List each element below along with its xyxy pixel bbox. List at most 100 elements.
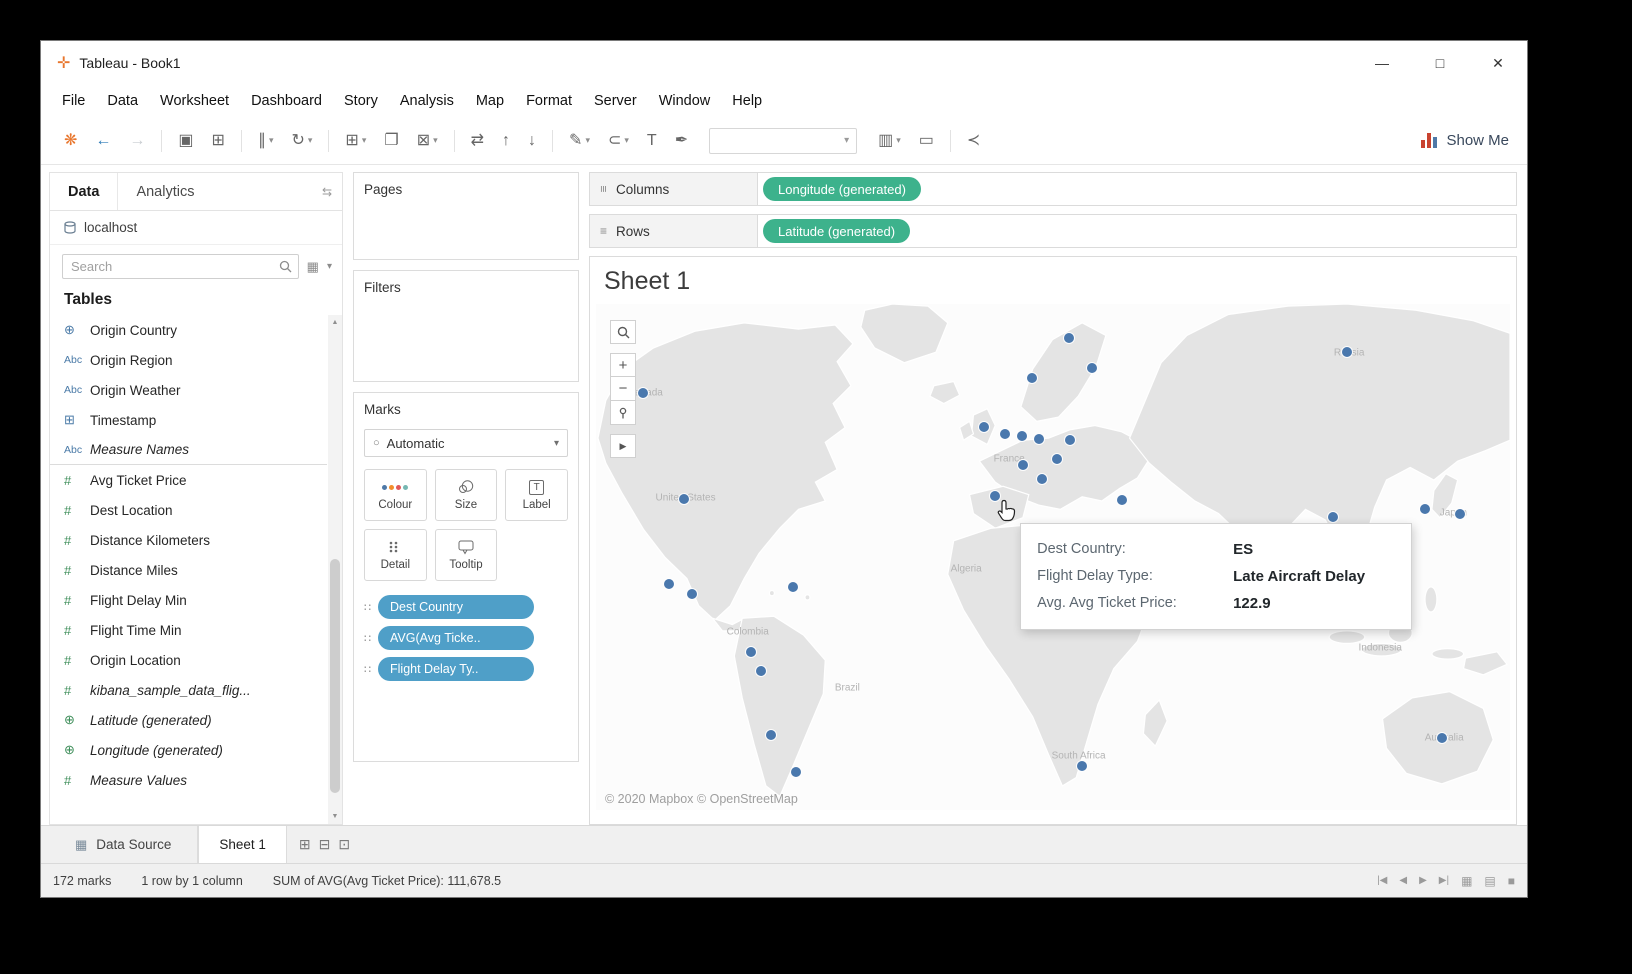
field-flight-time-min[interactable]: #Flight Time Min <box>50 615 327 645</box>
search-options-caret-icon[interactable]: ▾ <box>327 261 332 272</box>
duplicate-sheet-icon[interactable]: ❐ <box>375 125 407 157</box>
map-mark-dot[interactable] <box>1077 761 1087 771</box>
save-icon[interactable]: ▣ <box>169 125 202 157</box>
field-distance-miles[interactable]: #Distance Miles <box>50 555 327 585</box>
search-box[interactable] <box>62 254 299 279</box>
rows-shelf[interactable]: ≡ Rows Latitude (generated) <box>589 214 1517 248</box>
presentation-mode-icon[interactable]: ▭ <box>910 125 943 157</box>
new-worksheet-tab-icon[interactable]: ⊞ <box>299 836 311 853</box>
map-mark-dot[interactable] <box>1117 495 1127 505</box>
field-origin-location[interactable]: #Origin Location <box>50 645 327 675</box>
mark-type-dropdown[interactable]: ○ Automatic ▾ <box>364 429 568 457</box>
menu-story[interactable]: Story <box>333 93 389 109</box>
field-latitude-generated[interactable]: ⊕Latitude (generated) <box>50 705 327 735</box>
map-mark-dot[interactable] <box>756 666 766 676</box>
map-mark-dot[interactable] <box>1052 454 1062 464</box>
clear-sheet-icon[interactable]: ⊠▾ <box>408 125 447 157</box>
map-mark-dot[interactable] <box>1065 435 1075 445</box>
marks-detail-button[interactable]: Detail <box>364 529 427 581</box>
map-mark-dot[interactable] <box>1017 431 1027 441</box>
run-update-icon[interactable]: ↻▾ <box>282 125 321 157</box>
chevron-down-icon[interactable]: ▾ <box>624 135 629 146</box>
menu-server[interactable]: Server <box>583 93 648 109</box>
columns-shelf-body[interactable]: Longitude (generated) <box>758 173 1516 205</box>
map-search-button[interactable] <box>610 320 636 344</box>
map-mark-dot[interactable] <box>746 647 756 657</box>
redo-icon[interactable]: → <box>120 125 154 157</box>
zoom-out-button[interactable]: − <box>610 377 636 401</box>
map-mark-dot[interactable] <box>1087 363 1097 373</box>
field-measure-names[interactable]: AbcMeasure Names <box>50 435 327 465</box>
map-mark-dot[interactable] <box>791 767 801 777</box>
pill-latitude-generated[interactable]: Latitude (generated) <box>763 219 910 243</box>
group-members-icon[interactable]: ⊂▾ <box>599 125 638 157</box>
connection-row[interactable]: localhost <box>50 211 342 245</box>
scroll-down-icon[interactable]: ▼ <box>332 809 339 824</box>
field-measure-values[interactable]: #Measure Values <box>50 765 327 795</box>
marks-pill-avg-avg-ticke[interactable]: AVG(Avg Ticke.. <box>378 626 534 650</box>
field-list-scrollbar[interactable]: ▲ ▼ <box>328 315 342 824</box>
marks-size-button[interactable]: Size <box>435 469 498 521</box>
field-distance-kilometers[interactable]: #Distance Kilometers <box>50 525 327 555</box>
chevron-down-icon[interactable]: ▾ <box>433 135 438 146</box>
field-origin-country[interactable]: ⊕Origin Country <box>50 315 327 345</box>
menu-data[interactable]: Data <box>96 93 149 109</box>
pages-shelf[interactable]: Pages <box>353 172 579 260</box>
data-source-tab[interactable]: ▦ Data Source <box>49 826 198 863</box>
previous-sheet-icon[interactable]: ◀ <box>1399 875 1407 886</box>
map-attribution[interactable]: © 2020 Mapbox © OpenStreetMap <box>605 792 798 806</box>
marks-label-button[interactable]: TLabel <box>505 469 568 521</box>
chevron-down-icon[interactable]: ▾ <box>896 135 901 146</box>
field-flight-delay-min[interactable]: #Flight Delay Min <box>50 585 327 615</box>
show-mark-labels-icon[interactable]: T <box>638 125 666 157</box>
menu-format[interactable]: Format <box>515 93 583 109</box>
tab-data[interactable]: Data <box>50 173 117 210</box>
map-mark-dot[interactable] <box>979 422 989 432</box>
pill-longitude-generated[interactable]: Longitude (generated) <box>763 177 921 201</box>
map-mark-dot[interactable] <box>1034 434 1044 444</box>
map-mark-dot[interactable] <box>664 579 674 589</box>
new-story-tab-icon[interactable]: ⊡ <box>338 836 350 853</box>
show-hide-cards-icon[interactable]: ▥▾ <box>869 125 910 157</box>
maximize-button[interactable]: □ <box>1411 41 1469 85</box>
chevron-down-icon[interactable]: ▾ <box>362 135 367 146</box>
view-as-list-icon[interactable]: ▦ <box>307 259 319 275</box>
field-dest-location[interactable]: #Dest Location <box>50 495 327 525</box>
highlight-icon[interactable]: ✎▾ <box>560 125 599 157</box>
scroll-up-icon[interactable]: ▲ <box>332 315 339 330</box>
zoom-in-button[interactable]: + <box>610 353 636 377</box>
rows-shelf-body[interactable]: Latitude (generated) <box>758 215 1516 247</box>
map-area[interactable]: CanadaUnited StatesColombiaBrazilAlgeria… <box>596 304 1510 810</box>
map-mark-dot[interactable] <box>1342 347 1352 357</box>
map-mark-dot[interactable] <box>1064 333 1074 343</box>
map-mark-dot[interactable] <box>1037 474 1047 484</box>
field-origin-region[interactable]: AbcOrigin Region <box>50 345 327 375</box>
fit-dropdown[interactable]: ▾ <box>709 128 857 154</box>
marks-colour-button[interactable]: Colour <box>364 469 427 521</box>
show-filmstrip-icon[interactable]: ▤ <box>1484 874 1495 888</box>
map-mark-dot[interactable] <box>687 589 697 599</box>
field-avg-ticket-price[interactable]: #Avg Ticket Price <box>50 465 327 495</box>
pin-icon[interactable]: ✒ <box>666 125 697 157</box>
map-mark-dot[interactable] <box>766 730 776 740</box>
marks-pill-dest-country[interactable]: Dest Country <box>378 595 534 619</box>
field-kibana-sample-data-flig[interactable]: #kibana_sample_data_flig... <box>50 675 327 705</box>
sheet1-tab[interactable]: Sheet 1 <box>198 826 287 863</box>
last-sheet-icon[interactable]: ▶| <box>1439 875 1449 886</box>
new-dashboard-tab-icon[interactable]: ⊟ <box>319 836 331 853</box>
chevron-down-icon[interactable]: ▾ <box>585 135 590 146</box>
menu-window[interactable]: Window <box>648 93 722 109</box>
map-pin-button[interactable] <box>610 401 636 425</box>
columns-shelf[interactable]: ≡ Columns Longitude (generated) <box>589 172 1517 206</box>
menu-analysis[interactable]: Analysis <box>389 93 465 109</box>
minimize-button[interactable]: — <box>1353 41 1411 85</box>
chevron-down-icon[interactable]: ▾ <box>269 135 274 146</box>
show-sheet-sorter-icon[interactable]: ▦ <box>1461 874 1472 888</box>
sort-ascending-icon[interactable]: ↑ <box>493 125 519 157</box>
menu-map[interactable]: Map <box>465 93 515 109</box>
undo-icon[interactable]: ← <box>86 125 120 157</box>
close-button[interactable]: ✕ <box>1469 41 1527 85</box>
tab-analytics[interactable]: Analytics <box>117 173 212 210</box>
field-longitude-generated[interactable]: ⊕Longitude (generated) <box>50 735 327 765</box>
marks-pill-flight-delay-ty[interactable]: Flight Delay Ty.. <box>378 657 534 681</box>
